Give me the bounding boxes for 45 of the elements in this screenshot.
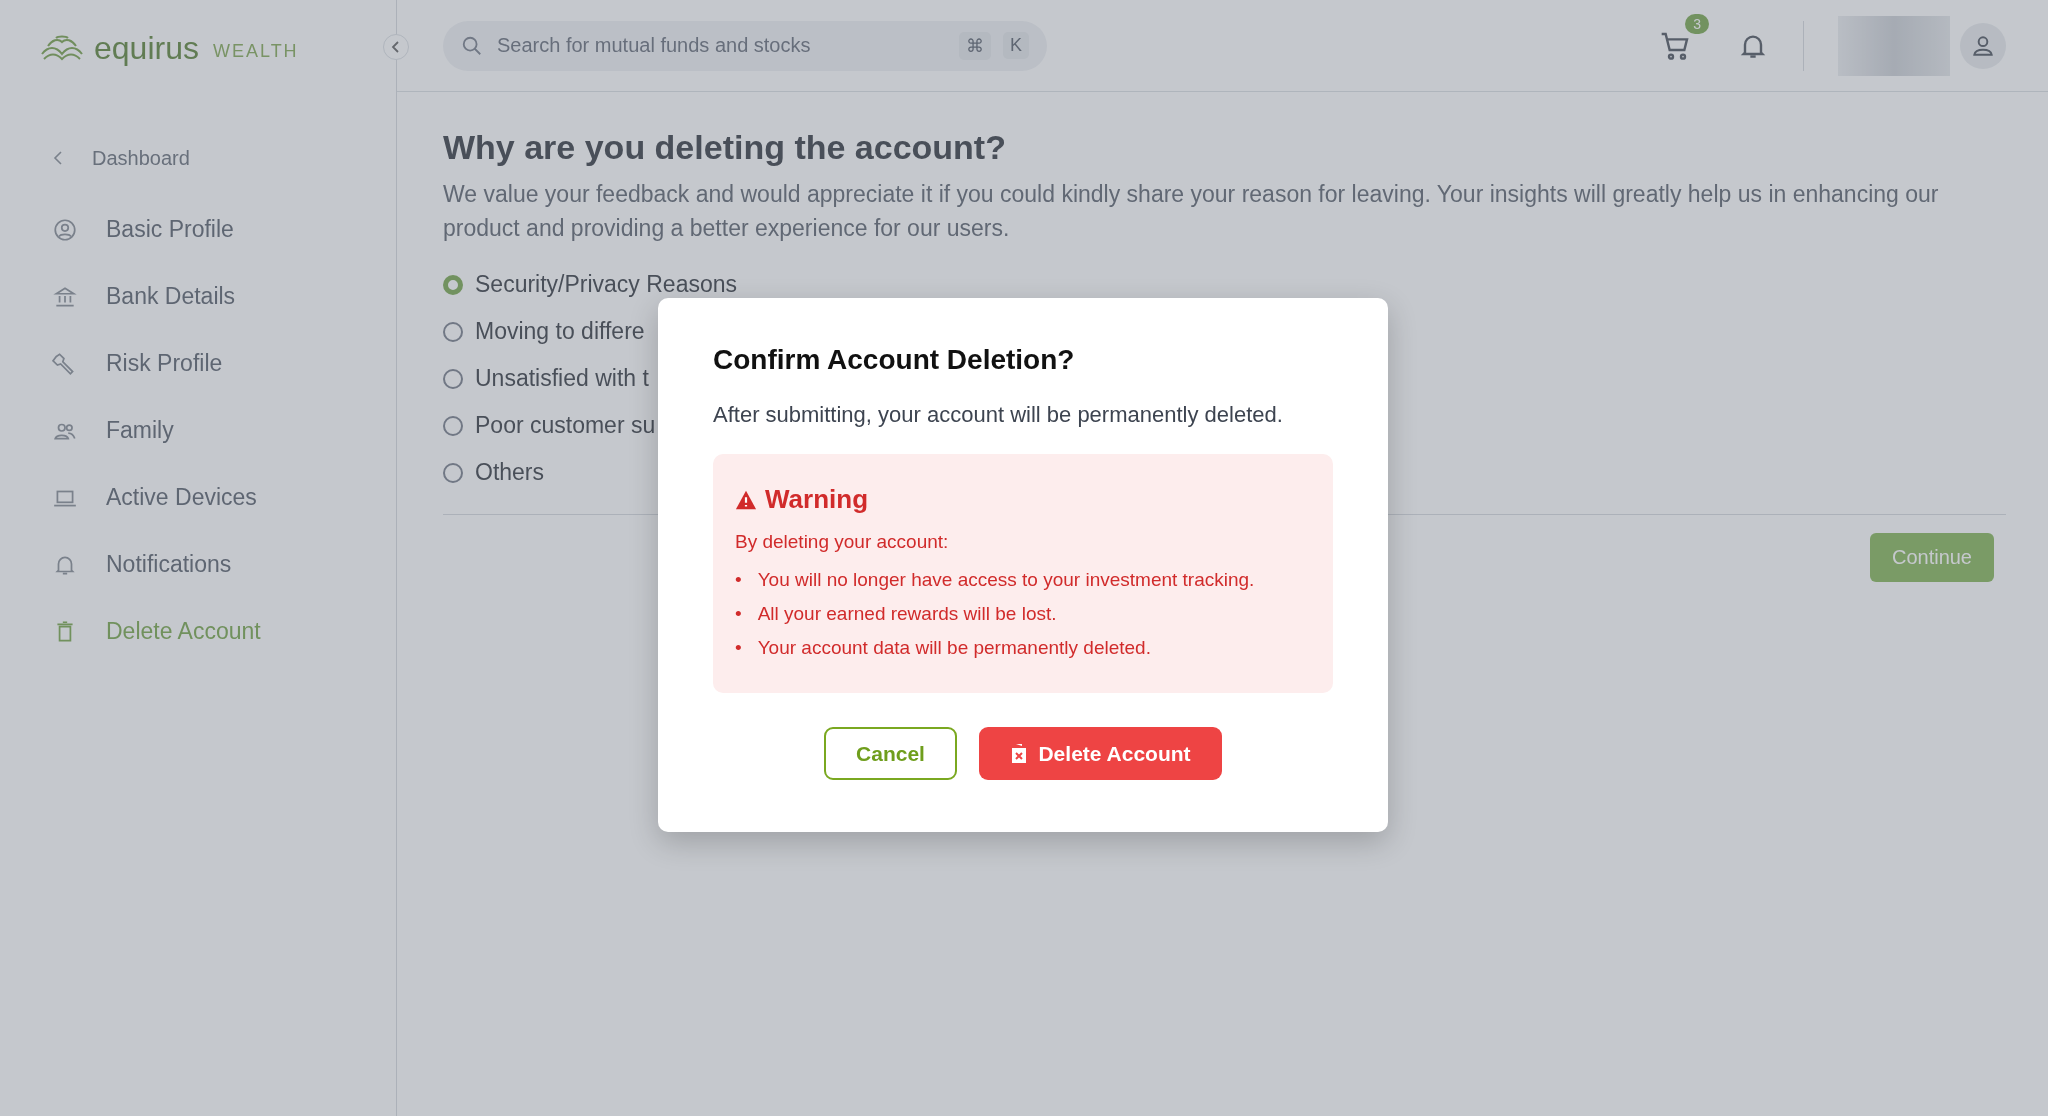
reason-radio-option[interactable]: Others (443, 459, 545, 486)
search-bar[interactable]: Search for mutual funds and stocks ⌘ K (443, 20, 1047, 71)
continue-button[interactable]: Continue (1869, 533, 1994, 582)
search-field[interactable]: Search for mutual funds and stocks (495, 33, 947, 58)
sidebar-item[interactable]: Bank Details (38, 263, 236, 330)
sidebar-item[interactable]: Notifications (38, 531, 232, 598)
bullet: • (735, 568, 742, 592)
radio-button[interactable] (443, 321, 463, 342)
reason-radio-option[interactable]: Poor customer su (443, 412, 656, 439)
sidebar-item[interactable]: Delete Account (38, 598, 261, 665)
chevron-left-icon (52, 150, 64, 166)
dialog-message: After submitting, your account will be permanently deleted. (713, 402, 1284, 428)
sidebar-item[interactable]: Active Devices (38, 464, 257, 531)
brand-tagline: WEALTH (212, 40, 299, 62)
shortcut-key: ⌘ (959, 31, 991, 60)
radio-button[interactable] (443, 415, 463, 436)
reason-radio-option[interactable]: Moving to differe (443, 318, 645, 345)
warning-title: Warning (765, 484, 869, 515)
person-icon (52, 216, 78, 243)
trash-icon (1010, 743, 1029, 764)
sidebar-item[interactable]: Risk Profile (38, 330, 223, 397)
dialog-title: Confirm Account Deletion? (713, 344, 1076, 376)
sidebar-item[interactable]: Family (38, 397, 174, 464)
delete-account-button[interactable]: Delete Account (979, 727, 1222, 780)
radio-button[interactable] (443, 274, 463, 295)
warning-point: You will no longer have access to your investment tracking. (757, 568, 1255, 592)
brand-name: equirus (94, 29, 199, 67)
page-description: We value your feedback and would appreciate it if you could kindly share your reason for leaving. Your insights will greatly help us in enhancing our product and providing a better experience for our users. (443, 180, 1940, 243)
radio-button[interactable] (443, 462, 463, 483)
warning-intro: By deleting your account: (735, 531, 950, 553)
user-avatar-button[interactable] (1960, 22, 2006, 69)
cancel-button[interactable]: Cancel (824, 727, 957, 780)
warning-point: All your earned rewards will be lost. (757, 602, 1057, 626)
back-to-dashboard-link[interactable]: Dashboard (38, 130, 190, 186)
bullet: • (735, 602, 742, 626)
cart-count-badge: 3 (1685, 14, 1709, 34)
radio-button[interactable] (443, 368, 463, 389)
bullet: • (735, 636, 742, 660)
search-icon (461, 34, 483, 57)
sidebar-item[interactable]: Basic Profile (38, 196, 234, 263)
collapse-sidebar-button[interactable] (383, 34, 409, 60)
shortcut-key: K (1003, 32, 1029, 59)
reason-radio-option[interactable]: Unsatisfied with t (443, 365, 649, 392)
page-title: Why are you deleting the account? (443, 128, 1007, 167)
warning-point: Your account data will be permanently deleted. (757, 636, 1151, 660)
